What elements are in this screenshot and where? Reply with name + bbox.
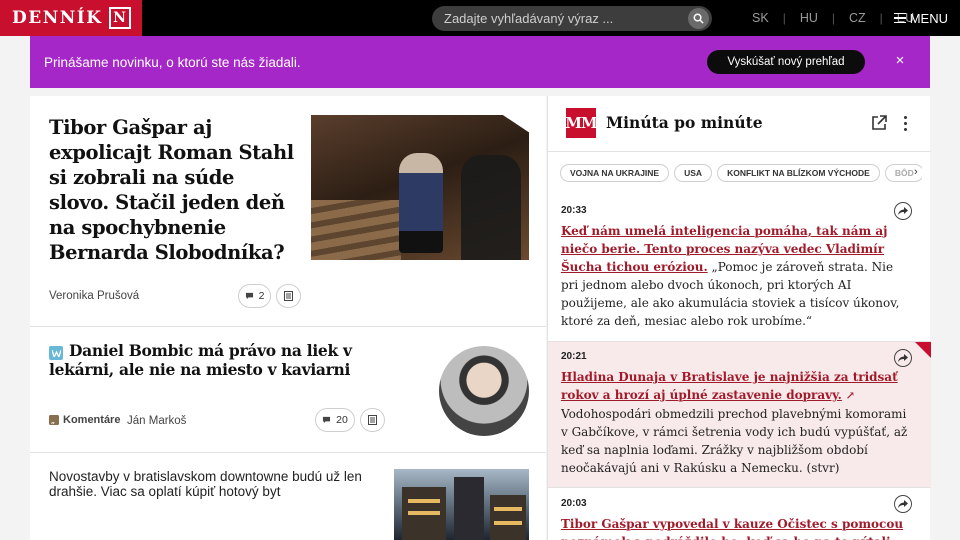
share-icon[interactable] [894,495,912,513]
comment-icon [323,416,331,424]
lang-separator: | [831,11,835,25]
lang-separator: | [879,11,883,25]
top-bar: DENNÍK N SK | HU | CZ | EU MENU [0,0,960,36]
save-article-button[interactable] [360,408,385,432]
comments-button[interactable]: 20 [315,408,355,432]
article-card[interactable]: Daniel Bombic má právo na liek v lekárni… [30,327,546,453]
logo-text: DENNÍK [12,8,103,28]
image-detail [494,521,522,525]
entry-body: Hladina Dunaja v Bratislave je najnižšia… [561,368,913,477]
image-detail [461,155,521,260]
search-bar [432,6,712,31]
article-image[interactable] [311,115,529,260]
article-icon [368,415,377,425]
article-headline[interactable]: Daniel Bombic má právo na liek v lekárni… [49,341,399,379]
section-label: Komentáre [63,414,121,426]
external-link-icon: ↗ [845,389,855,402]
save-article-button[interactable] [276,284,301,308]
entry-time: 20:33 [561,205,587,216]
quote-icon: „ [49,415,59,425]
live-feed-logo[interactable]: MM [565,108,598,138]
language-switcher: SK | HU | CZ | EU [752,0,914,36]
topic-chips: VOJNA NA UKRAJINE USA KONFLIKT NA BLÍZKO… [560,164,922,184]
image-detail [399,153,443,253]
article-card[interactable]: Novostavby v bratislavskom downtowne bud… [30,453,546,540]
share-icon[interactable] [894,349,912,367]
image-detail [454,477,484,540]
lang-separator: | [782,11,786,25]
lang-hu[interactable]: HU [800,11,818,25]
image-detail [490,495,526,540]
menu-button[interactable]: MENU [893,0,948,36]
search-icon [693,13,704,24]
promo-banner: Prinášame novinku, o ktorú ste nás žiada… [30,36,930,88]
article-icon [284,291,293,301]
section-tag[interactable]: „ Komentáre [49,414,120,426]
chevron-right-icon[interactable]: › [914,166,918,178]
article-author[interactable]: Veronika Prušová [49,290,139,302]
entry-link[interactable]: Tibor Gašpar vypovedal v kauze Očistec s… [561,517,903,540]
share-icon[interactable] [894,202,912,220]
search-input[interactable] [444,11,674,26]
live-entry: 20:21 Hladina Dunaja v Bratislave je naj… [548,341,931,487]
try-new-overview-button[interactable]: Vyskúšať nový prehľad [707,50,865,74]
article-headline[interactable]: Novostavby v bratislavskom downtowne bud… [49,469,394,499]
live-entry: 20:03 Tibor Gašpar vypovedal v kauze Oči… [548,487,931,540]
author-photo[interactable] [439,346,529,436]
lang-cz[interactable]: CZ [849,11,866,25]
article-actions: 2 [238,284,301,308]
highlight-marker [915,342,931,358]
more-options-icon[interactable] [900,114,910,132]
main-articles: Tibor Gašpar aj expolicajt Roman Stahl s… [30,96,546,540]
menu-label: MENU [909,10,948,26]
article-headline-text: Daniel Bombic má právo na liek v lekárni… [49,341,352,379]
comment-count: 20 [336,414,348,426]
image-detail [408,499,440,503]
lang-sk[interactable]: SK [752,11,769,25]
entry-text: Vodohospodári obmedzili prechod plavebný… [561,407,908,475]
svg-text:„: „ [51,416,55,425]
search-button[interactable] [688,8,709,29]
entry-time: 20:03 [561,498,587,509]
entry-body: Keď nám umelá inteligencia pomáha, tak n… [561,222,913,330]
entry-time: 20:21 [561,351,587,362]
live-entry: 20:33 Keď nám umelá inteligencia pomáha,… [548,196,931,341]
article-card[interactable]: Tibor Gašpar aj expolicajt Roman Stahl s… [30,96,546,327]
image-detail [494,507,522,511]
open-external-icon[interactable] [870,114,888,132]
topic-chip[interactable]: KONFLIKT NA BLÍZKOM VÝCHODE [717,164,880,182]
article-image[interactable] [394,469,529,540]
close-icon[interactable]: × [888,48,912,72]
live-feed: MM Minúta po minúte VOJNA NA UKRAJINE US… [547,96,931,540]
comment-count: 2 [258,290,265,302]
live-feed-header: MM Minúta po minúte [548,96,931,152]
live-feed-title[interactable]: Minúta po minúte [606,113,763,132]
comment-icon [245,292,253,300]
article-headline[interactable]: Tibor Gašpar aj expolicajt Roman Stahl s… [49,115,299,265]
hamburger-icon [893,13,906,23]
site-logo[interactable]: DENNÍK N [0,0,142,36]
topic-chip[interactable]: VOJNA NA UKRAJINE [560,164,670,182]
topic-chip[interactable]: USA [674,164,713,182]
image-detail [408,511,440,515]
promo-text: Prinášame novinku, o ktorú ste nás žiada… [44,54,301,70]
comments-button[interactable]: 2 [238,284,271,308]
entry-body: Tibor Gašpar vypovedal v kauze Očistec s… [561,515,913,540]
article-actions: 20 [315,408,385,432]
logo-mark: N [108,7,131,29]
article-author[interactable]: Ján Markoš [127,415,186,427]
image-detail [311,200,401,260]
